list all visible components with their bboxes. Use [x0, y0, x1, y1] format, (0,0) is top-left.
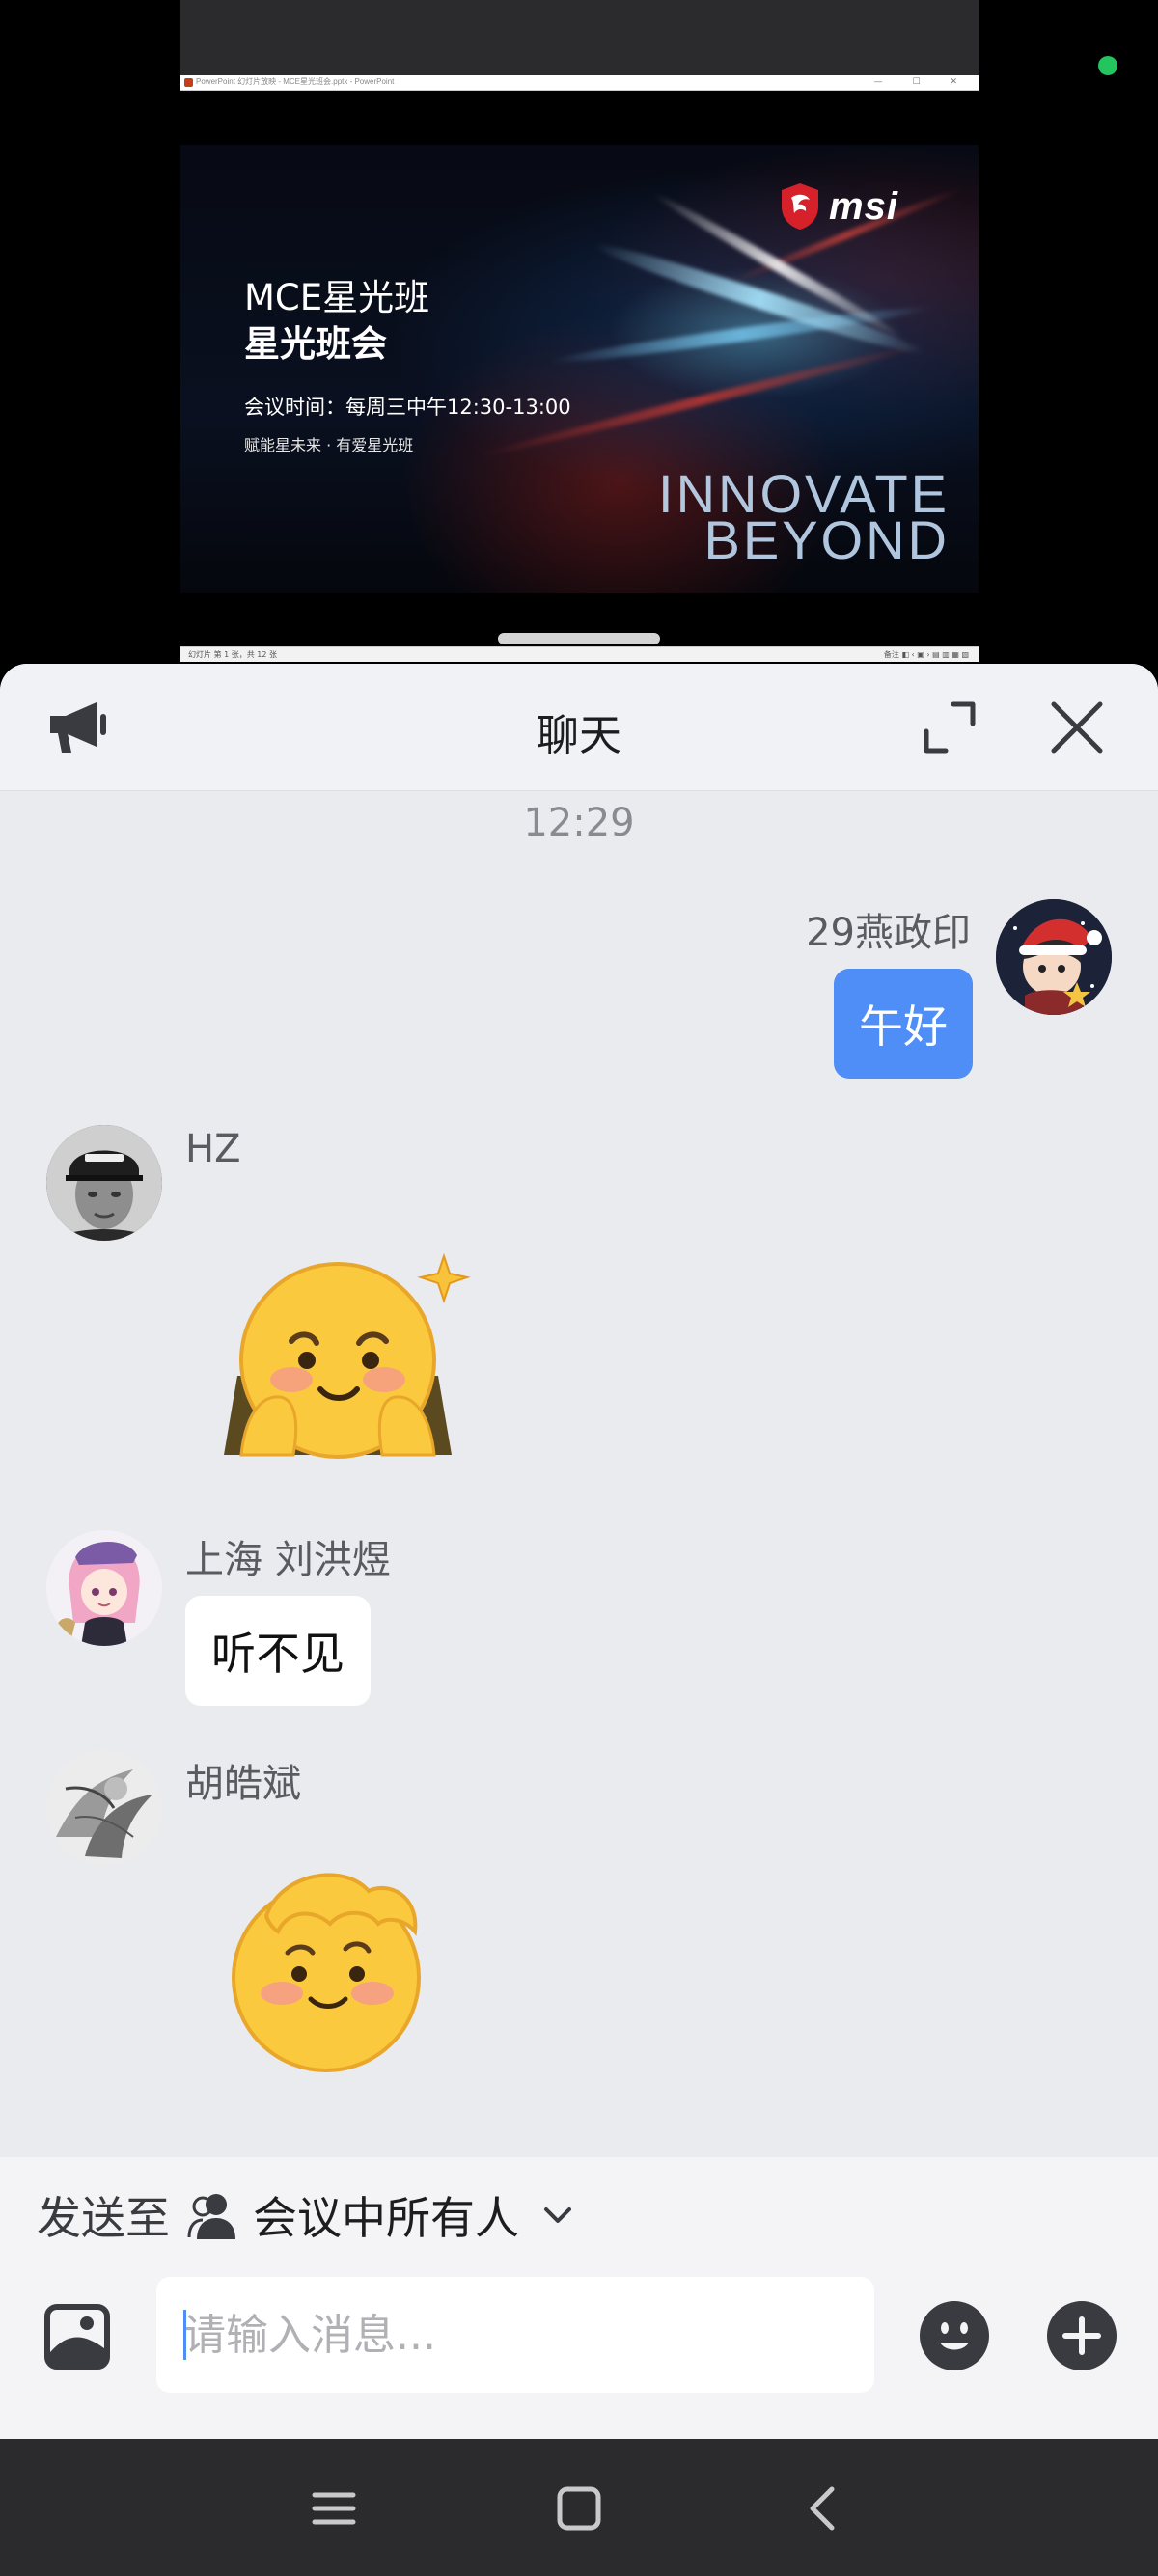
message-sender-name: 29燕政印	[806, 911, 971, 955]
ppt-title-bar: PowerPoint 幻灯片放映 - MCE星光班会.pptx - PowerP…	[180, 75, 979, 91]
chevron-down-icon	[544, 2207, 571, 2223]
message-input[interactable]	[156, 2277, 874, 2393]
message-sender-name: 胡皓斌	[185, 1762, 301, 1806]
shared-powerpoint-window: PowerPoint 幻灯片放映 - MCE星光班会.pptx - PowerP…	[180, 75, 979, 662]
chat-title: 聊天	[537, 711, 621, 760]
message-time-divider: 12:29	[523, 801, 635, 845]
recent-apps-icon[interactable]	[307, 2481, 361, 2535]
ppt-status-bar: 幻灯片 第 1 张，共 12 张 备注 ◧ ‹ ▣ › ▤ ▥ ▦ ▧	[180, 646, 979, 662]
head-pat-sticker[interactable]	[199, 1852, 454, 2076]
avatar[interactable]	[46, 1530, 162, 1646]
slide-tagline: INNOVATE BEYOND	[658, 467, 950, 570]
chat-header: 聊天	[0, 664, 1158, 791]
presentation-slide: msi MCE星光班 星光班会 会议时间：每周三中午12:30-13:00 赋能…	[180, 145, 979, 593]
avatar[interactable]	[46, 1125, 162, 1241]
send-to-selector[interactable]: 发送至 会议中所有人	[37, 2186, 575, 2244]
sketch-art-avatar-icon	[46, 1750, 162, 1866]
slide-slogan: 赋能星未来 · 有爱星光班	[244, 436, 414, 454]
shy-face-sticker[interactable]	[203, 1252, 473, 1465]
compose-area: 发送至 会议中所有人	[0, 2157, 1158, 2439]
message-bubble[interactable]: 听不见	[185, 1596, 371, 1706]
send-to-label: 发送至	[37, 2192, 170, 2244]
santa-hat-avatar-icon	[996, 899, 1112, 1015]
back-icon[interactable]	[797, 2481, 851, 2535]
send-to-target: 会议中所有人	[253, 2192, 519, 2244]
share-top-bar	[180, 0, 979, 75]
screen-share-area: PowerPoint 幻灯片放映 - MCE星光班会.pptx - PowerP…	[0, 0, 1158, 666]
message-sender-name: HZ	[185, 1127, 241, 1171]
add-icon[interactable]	[1046, 2300, 1117, 2371]
recording-indicator-dot	[1098, 56, 1117, 75]
home-icon[interactable]	[552, 2481, 606, 2535]
system-navigation-bar	[0, 2439, 1158, 2576]
expand-icon[interactable]	[921, 699, 979, 756]
chat-panel: 聊天 12:29 29燕政印 午好 HZ 上海 刘洪煜 听不见 胡皓斌 发送至 …	[0, 664, 1158, 2439]
slide-tagline-line2: BEYOND	[703, 509, 950, 570]
anime-girl-avatar-icon	[46, 1530, 162, 1646]
slide-title-line1: MCE星光班	[244, 277, 430, 318]
msi-logo: msi	[779, 181, 898, 232]
msi-dragon-shield-icon	[782, 183, 818, 230]
emoji-icon[interactable]	[919, 2300, 990, 2371]
message-bubble[interactable]: 午好	[834, 969, 973, 1079]
close-icon[interactable]	[1048, 699, 1106, 756]
ppt-window-title: PowerPoint 幻灯片放映 - MCE星光班会.pptx - PowerP…	[196, 77, 395, 86]
people-icon	[187, 2194, 235, 2239]
slide-title-line2: 星光班会	[244, 323, 387, 365]
panel-drag-handle[interactable]	[498, 633, 660, 644]
ppt-view-controls: 备注 ◧ ‹ ▣ › ▤ ▥ ▦ ▧	[883, 650, 969, 659]
message-sender-name: 上海 刘洪煜	[185, 1538, 391, 1582]
slide-meeting-time: 会议时间：每周三中午12:30-13:00	[244, 396, 571, 419]
person-cap-avatar-icon	[46, 1125, 162, 1241]
msi-brand-text: msi	[829, 184, 898, 228]
ppt-window-controls: — ☐ ✕	[873, 77, 971, 87]
ppt-slide-counter: 幻灯片 第 1 张，共 12 张	[188, 650, 277, 659]
text-cursor	[183, 2310, 186, 2360]
powerpoint-icon	[184, 78, 193, 87]
avatar[interactable]	[46, 1750, 162, 1866]
avatar[interactable]	[996, 899, 1112, 1015]
image-picker-icon[interactable]	[44, 2304, 110, 2370]
